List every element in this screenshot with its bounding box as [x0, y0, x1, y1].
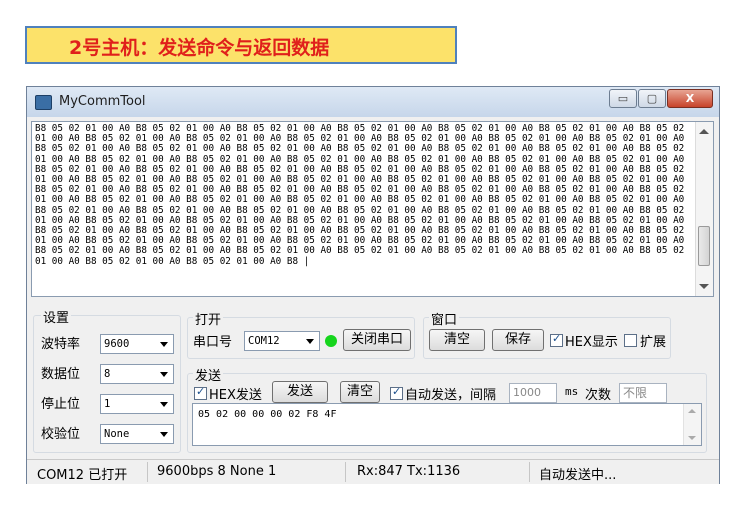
- chevron-down-icon: [160, 372, 168, 377]
- title-banner: 2号主机：发送命令与返回数据: [25, 26, 457, 64]
- hex-send-label: HEX发送: [209, 388, 262, 403]
- send-button[interactable]: 发送: [272, 381, 328, 403]
- databits-label: 数据位: [41, 367, 81, 382]
- status-state: 自动发送中...: [539, 468, 617, 483]
- port-value: COM12: [248, 335, 280, 347]
- save-button[interactable]: 保存: [492, 329, 544, 351]
- send-title: 发送: [193, 365, 224, 384]
- close-button[interactable]: X: [667, 89, 713, 108]
- hex-display-checkbox[interactable]: [550, 332, 563, 347]
- clear-send-button[interactable]: 清空: [340, 381, 380, 403]
- baud-value: 9600: [104, 338, 130, 350]
- chevron-down-icon: [160, 402, 168, 407]
- banner-text: 2号主机：发送命令与返回数据: [69, 37, 330, 59]
- stopbits-select[interactable]: 1: [100, 394, 174, 414]
- auto-send-checkbox[interactable]: [390, 385, 403, 400]
- chevron-down-icon: [160, 342, 168, 347]
- maximize-button[interactable]: ▢: [638, 89, 666, 108]
- scroll-down-icon[interactable]: [688, 436, 696, 440]
- auto-send-label: 自动发送，间隔: [405, 388, 497, 403]
- interval-input[interactable]: 1000: [509, 383, 557, 403]
- parity-select[interactable]: None: [100, 424, 174, 444]
- scroll-up-icon[interactable]: [699, 129, 709, 134]
- status-led-icon: [325, 335, 337, 347]
- baud-select[interactable]: 9600: [100, 334, 174, 354]
- extend-checkbox[interactable]: [624, 334, 637, 347]
- receive-scrollbar[interactable]: [695, 122, 713, 296]
- status-bar: COM12 已打开 9600bps 8 None 1 Rx:847 Tx:113…: [27, 459, 719, 484]
- status-port: COM12 已打开: [37, 468, 128, 483]
- title-bar[interactable]: MyCommTool ▭ ▢ X: [27, 87, 719, 117]
- open-title: 打开: [193, 309, 224, 328]
- extend-label: 扩展: [640, 335, 667, 350]
- databits-value: 8: [104, 368, 111, 380]
- port-select[interactable]: COM12: [244, 331, 320, 351]
- parity-value: None: [104, 428, 130, 440]
- scroll-down-icon[interactable]: [699, 284, 709, 289]
- databits-select[interactable]: 8: [100, 364, 174, 384]
- close-port-button[interactable]: 关闭串口: [343, 329, 411, 351]
- chevron-down-icon: [306, 339, 314, 344]
- hex-display-label: HEX显示: [565, 335, 618, 350]
- app-icon: [35, 95, 52, 110]
- status-divider: [345, 462, 346, 482]
- count-label: 次数: [585, 388, 612, 403]
- receive-text: B8 05 02 01 00 A0 B8 05 02 01 00 A0 B8 0…: [35, 123, 690, 267]
- count-input[interactable]: 不限: [619, 383, 667, 403]
- status-divider: [529, 462, 530, 482]
- scroll-thumb[interactable]: [698, 226, 710, 266]
- minimize-button[interactable]: ▭: [609, 89, 637, 108]
- status-config: 9600bps 8 None 1: [157, 464, 277, 479]
- send-data-input[interactable]: 05 02 00 00 00 02 F8 4F: [192, 403, 702, 446]
- parity-label: 校验位: [41, 427, 81, 442]
- interval-unit: ms: [565, 385, 579, 398]
- send-scrollbar[interactable]: [683, 404, 701, 445]
- window-title: MyCommTool: [59, 94, 146, 109]
- window-group-title: 窗口: [429, 309, 460, 328]
- app-window: MyCommTool ▭ ▢ X B8 05 02 01 00 A0 B8 05…: [26, 86, 720, 484]
- port-label: 串口号: [193, 335, 233, 350]
- hex-send-checkbox[interactable]: [194, 385, 207, 400]
- status-counters: Rx:847 Tx:1136: [357, 464, 461, 479]
- clear-receive-button[interactable]: 清空: [429, 329, 485, 351]
- send-data-text: 05 02 00 00 00 02 F8 4F: [198, 409, 337, 420]
- chevron-down-icon: [160, 432, 168, 437]
- receive-area[interactable]: B8 05 02 01 00 A0 B8 05 02 01 00 A0 B8 0…: [31, 121, 714, 297]
- stopbits-value: 1: [104, 398, 111, 410]
- baud-label: 波特率: [41, 337, 81, 352]
- settings-title: 设置: [41, 307, 72, 326]
- status-divider: [147, 462, 148, 482]
- scroll-up-icon[interactable]: [688, 409, 696, 413]
- stopbits-label: 停止位: [41, 397, 81, 412]
